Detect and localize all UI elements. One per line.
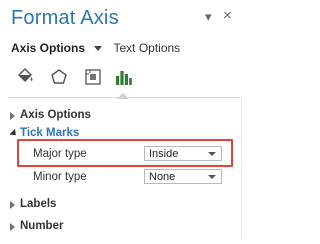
pane-options-button[interactable]: ▾ <box>205 10 212 24</box>
tab-axis-options[interactable]: Axis Options <box>11 41 85 55</box>
minor-type-value: None <box>149 171 176 183</box>
section-label: Labels <box>20 198 57 210</box>
expand-icon <box>10 201 15 209</box>
tab-text-options[interactable]: Text Options <box>113 41 180 55</box>
effects-button[interactable] <box>46 64 72 90</box>
size-properties-button[interactable] <box>80 64 106 90</box>
axis-options-icon <box>116 71 132 85</box>
major-type-value: Inside <box>149 148 179 160</box>
category-icon-bar <box>0 64 250 99</box>
close-icon: × <box>223 7 232 24</box>
divider <box>8 97 240 98</box>
section-number[interactable]: Number <box>10 220 210 234</box>
chevron-down-icon: ▾ <box>205 9 212 24</box>
minor-type-select[interactable]: None <box>144 169 222 184</box>
fill-line-icon <box>18 68 33 82</box>
scrollbar-track[interactable] <box>241 98 242 238</box>
tab-dropdown-icon[interactable] <box>94 45 103 51</box>
close-pane-button[interactable]: × <box>223 7 232 24</box>
minor-type-label: Minor type <box>33 171 87 183</box>
options-tabs: Axis Options Text Options <box>11 41 180 55</box>
fill-line-button[interactable] <box>12 64 38 90</box>
chevron-down-icon <box>208 175 216 179</box>
section-axis-options[interactable]: Axis Options <box>10 109 210 123</box>
section-label: Tick Marks <box>20 127 80 139</box>
collapse-icon <box>9 128 19 139</box>
effects-icon <box>51 69 67 84</box>
section-label: Number <box>20 220 64 232</box>
size-properties-icon <box>85 69 101 85</box>
expand-icon <box>10 112 15 120</box>
section-labels[interactable]: Labels <box>10 198 210 212</box>
axis-options-button[interactable] <box>110 64 136 99</box>
section-label: Axis Options <box>20 109 91 121</box>
major-type-select[interactable]: Inside <box>144 146 222 161</box>
chevron-down-icon <box>208 152 216 156</box>
pane-title: Format Axis <box>11 7 119 29</box>
expand-icon <box>10 223 15 231</box>
major-type-label: Major type <box>33 148 87 160</box>
